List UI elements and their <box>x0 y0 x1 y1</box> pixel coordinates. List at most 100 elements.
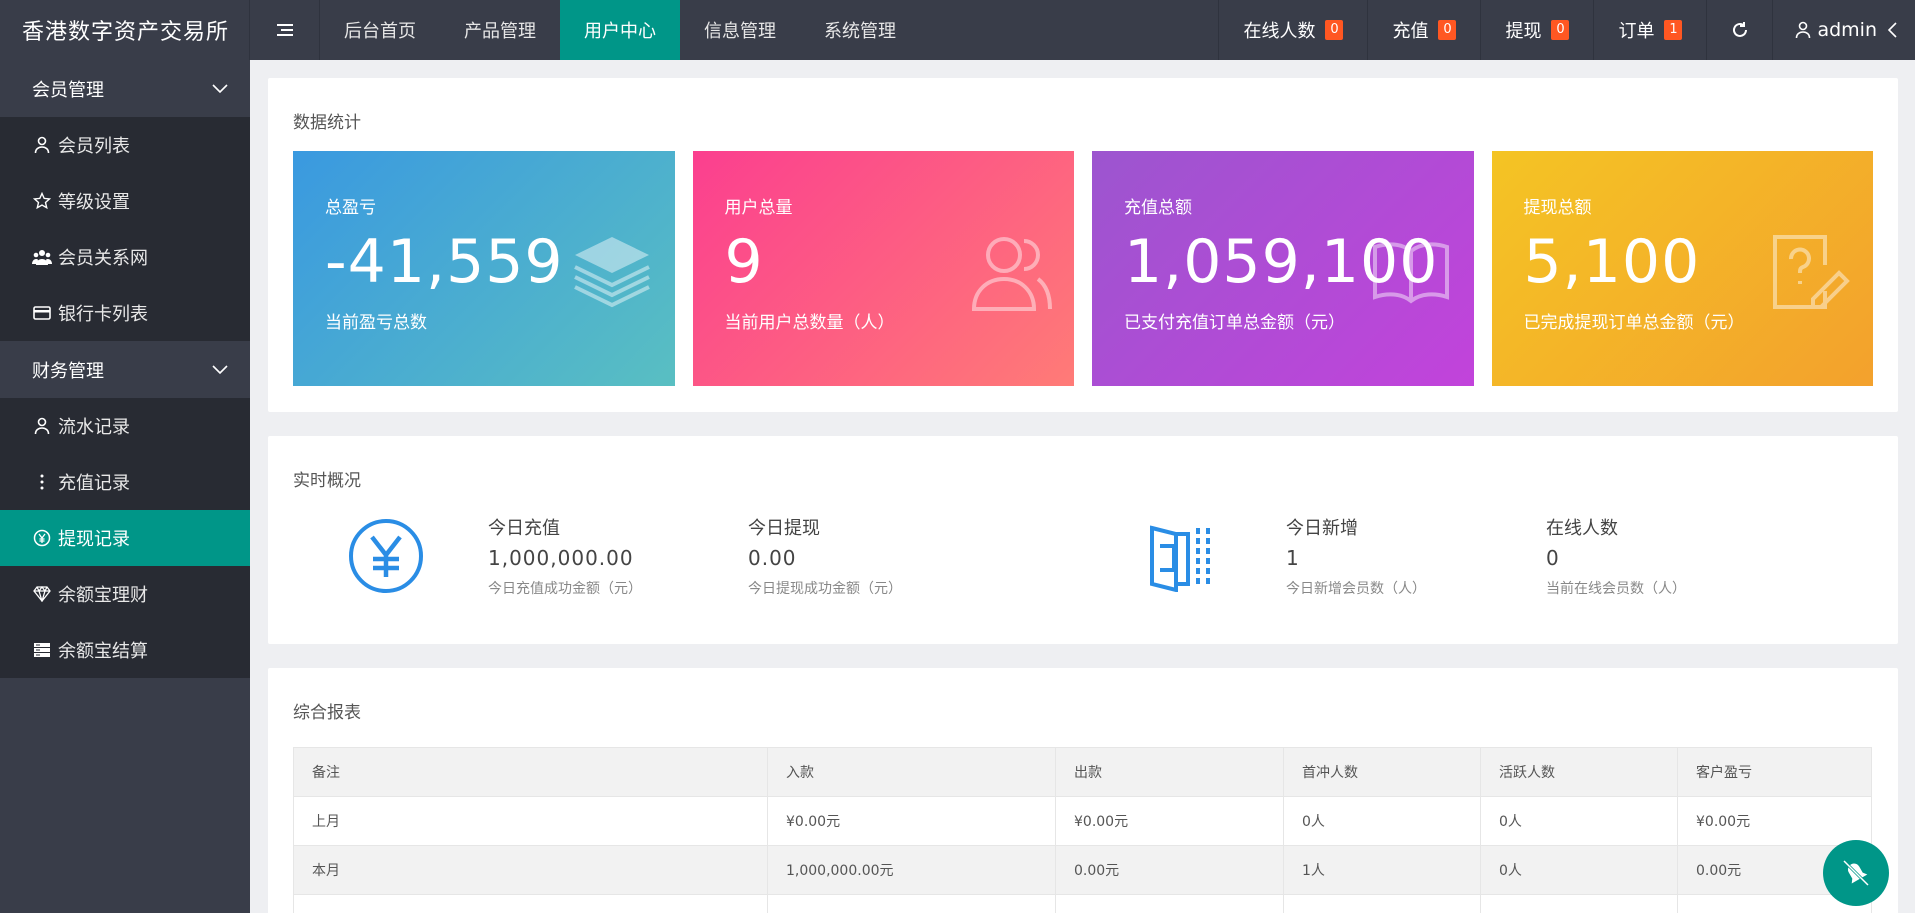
rt-label: 今日新增 <box>1286 518 1358 539</box>
table-cell: 0.00元 <box>1055 845 1284 895</box>
chevron-left-icon <box>1887 22 1897 38</box>
table-cell <box>293 894 768 913</box>
top-bar: 香港数字资产交易所 后台首页 产品管理 用户中心 信息管理 系统管理 在线人数 … <box>0 0 1915 60</box>
withdraw-label: 提现 <box>1505 21 1542 42</box>
table-cell <box>1055 894 1284 913</box>
card-icon <box>32 303 52 323</box>
floating-bell-button[interactable] <box>1823 840 1889 906</box>
user-menu[interactable]: admin <box>1772 0 1915 60</box>
server-icon <box>32 640 52 660</box>
menu-icon <box>276 24 293 36</box>
report-table: 备注 入款 出款 首冲人数 活跃人数 客户盈亏 上月 ¥0.00元 ¥0.00元… <box>293 747 1872 913</box>
table-cell: 1人 <box>1283 845 1481 895</box>
more-vertical-icon <box>32 472 52 492</box>
sidebar-item-yuebao-finance[interactable]: 余额宝理财 <box>0 566 250 622</box>
rt-desc: 今日充值成功金额（元） <box>488 581 642 597</box>
sidebar-item-member-list[interactable]: 会员列表 <box>0 117 250 173</box>
table-cell: 0人 <box>1480 845 1678 895</box>
sidebar-item-recharge-records[interactable]: 充值记录 <box>0 454 250 510</box>
recharge-count-item[interactable]: 充值 0 <box>1367 0 1480 60</box>
orders-badge: 1 <box>1664 20 1683 40</box>
sidebar-item-level-settings[interactable]: 等级设置 <box>0 173 250 229</box>
table-cell <box>767 894 1056 913</box>
column-header: 首冲人数 <box>1283 747 1481 797</box>
rt-value: 1,000,000.00 <box>488 546 634 570</box>
realtime-today-withdraw: 今日提现 0.00 今日提现成功金额（元） <box>748 514 902 598</box>
withdraw-count-item[interactable]: 提现 0 <box>1480 0 1593 60</box>
refresh-button[interactable] <box>1706 0 1772 60</box>
sidebar: 会员管理 会员列表 等级设置 会员关系网 银行卡列表 财务管理 流水记录 充值记… <box>0 60 250 913</box>
users-icon <box>971 237 1052 311</box>
menu-toggle-button[interactable] <box>250 0 320 60</box>
nav-home[interactable]: 后台首页 <box>320 0 440 60</box>
nav-user-center[interactable]: 用户中心 <box>560 0 680 60</box>
column-header: 出款 <box>1055 747 1284 797</box>
realtime-online: 在线人数 0 当前在线会员数（人） <box>1546 514 1686 598</box>
nav-info[interactable]: 信息管理 <box>680 0 800 60</box>
yen-icon <box>349 519 423 593</box>
rt-label: 今日提现 <box>748 518 820 539</box>
star-icon <box>32 191 52 211</box>
online-label: 在线人数 <box>1243 21 1316 42</box>
sidebar-item-label: 提现记录 <box>58 529 130 550</box>
rt-value: 0 <box>1546 546 1560 570</box>
sidebar-group-label: 会员管理 <box>32 79 104 101</box>
recharge-label: 充值 <box>1392 21 1429 42</box>
help-edit-icon <box>1773 235 1850 309</box>
withdraw-badge: 0 <box>1551 20 1570 40</box>
user-icon <box>1796 21 1811 39</box>
table-cell: 0人 <box>1283 796 1481 846</box>
table-cell: 1,000,000.00元 <box>767 845 1056 895</box>
orders-count-item[interactable]: 订单 1 <box>1593 0 1706 60</box>
realtime-today-new: 今日新增 1 今日新增会员数（人） <box>1286 514 1426 598</box>
top-nav: 后台首页 产品管理 用户中心 信息管理 系统管理 <box>320 0 920 60</box>
sidebar-submenu-members: 会员列表 等级设置 会员关系网 银行卡列表 <box>0 117 250 341</box>
sidebar-item-yuebao-settlement[interactable]: 余额宝结算 <box>0 622 250 678</box>
stat-tile-users: 用户总量 9 当前用户总数量（人） <box>692 151 1074 386</box>
sidebar-item-label: 会员列表 <box>58 136 130 157</box>
tile-label: 充值总额 <box>1124 198 1192 218</box>
sidebar-group-label: 财务管理 <box>32 360 104 382</box>
user-name: admin <box>1817 19 1877 41</box>
column-header: 备注 <box>293 747 768 797</box>
report-title: 综合报表 <box>293 703 361 723</box>
sidebar-item-label: 余额宝理财 <box>58 585 148 606</box>
bell-off-icon <box>1842 859 1870 887</box>
sidebar-item-bank-cards[interactable]: 银行卡列表 <box>0 285 250 341</box>
online-badge: 0 <box>1325 20 1344 40</box>
nav-products[interactable]: 产品管理 <box>440 0 560 60</box>
sidebar-item-label: 会员关系网 <box>58 248 148 269</box>
tile-label: 总盈亏 <box>325 198 376 218</box>
sidebar-item-member-network[interactable]: 会员关系网 <box>0 229 250 285</box>
realtime-title: 实时概况 <box>293 471 361 491</box>
table-header-row: 备注 入款 出款 首冲人数 活跃人数 客户盈亏 <box>293 747 1872 797</box>
user-icon <box>32 416 52 436</box>
table-cell: ¥0.00元 <box>1677 796 1872 846</box>
sidebar-item-label: 流水记录 <box>58 417 130 438</box>
sidebar-group-members[interactable]: 会员管理 <box>0 60 250 117</box>
table-cell <box>1480 894 1678 913</box>
table-row <box>293 894 1872 913</box>
chevron-down-icon <box>212 364 228 374</box>
stats-tiles: 总盈亏 -41,559 当前盈亏总数 用户总量 9 当前用户总数量（人） 充值总… <box>268 133 1898 386</box>
table-cell: 0人 <box>1480 796 1678 846</box>
column-header: 客户盈亏 <box>1677 747 1872 797</box>
table-cell: ¥0.00元 <box>767 796 1056 846</box>
rt-desc: 当前在线会员数（人） <box>1546 581 1686 597</box>
column-header: 活跃人数 <box>1480 747 1678 797</box>
sidebar-item-withdraw-records[interactable]: 提现记录 <box>0 510 250 566</box>
diamond-icon <box>32 584 52 604</box>
stats-card: 数据统计 总盈亏 -41,559 当前盈亏总数 用户总量 9 当前用户总数量（人… <box>268 78 1898 412</box>
stat-tile-profit: 总盈亏 -41,559 当前盈亏总数 <box>293 151 675 386</box>
online-count-item[interactable]: 在线人数 0 <box>1218 0 1367 60</box>
top-right-stats: 在线人数 0 充值 0 提现 0 订单 1 admin <box>1218 0 1915 60</box>
sidebar-submenu-finance: 流水记录 充值记录 提现记录 余额宝理财 余额宝结算 <box>0 398 250 678</box>
stat-tile-recharge: 充值总额 1,059,100 已支付充值订单总金额（元） <box>1092 151 1474 386</box>
table-row: 本月 1,000,000.00元 0.00元 1人 0人 0.00元 <box>293 845 1872 895</box>
nav-system[interactable]: 系统管理 <box>800 0 920 60</box>
sidebar-item-label: 等级设置 <box>58 192 130 213</box>
sidebar-item-transactions[interactable]: 流水记录 <box>0 398 250 454</box>
table-cell: 本月 <box>293 845 768 895</box>
refresh-icon <box>1732 22 1747 37</box>
sidebar-group-finance[interactable]: 财务管理 <box>0 341 250 398</box>
